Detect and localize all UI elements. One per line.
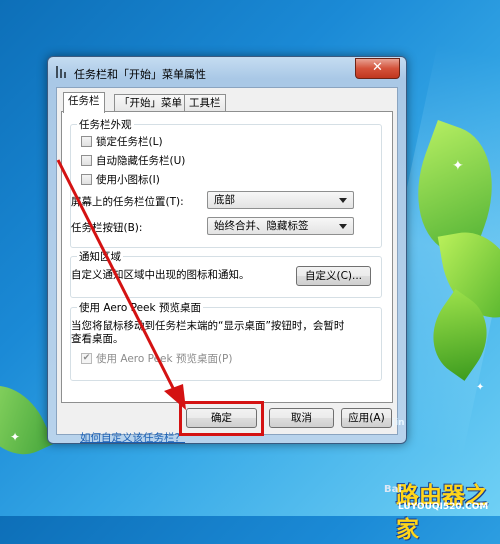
tab-taskbar[interactable]: 任务栏 [63, 92, 105, 113]
annotation-arrow [56, 159, 186, 410]
watermark-baidu: Bai [384, 484, 402, 495]
watermark-site-url: LUYOUQI520.COM [398, 502, 489, 512]
watermark-partial-url: jin [392, 418, 405, 428]
annotation-highlight-box [179, 401, 264, 436]
